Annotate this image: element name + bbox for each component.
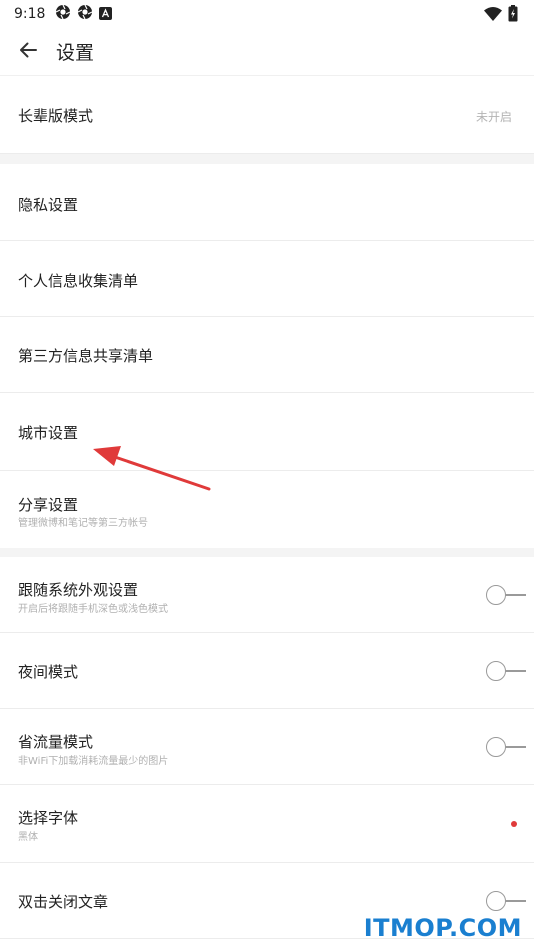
wifi-icon <box>484 6 502 25</box>
share-settings-label: 分享设置 <box>18 496 79 514</box>
personal-info-list-row[interactable]: 个人信息收集清单 <box>0 241 534 317</box>
city-settings-label: 城市设置 <box>18 424 79 442</box>
third-party-sharing-label: 第三方信息共享清单 <box>18 347 154 365</box>
arrow-left-icon <box>19 41 37 63</box>
follow-system-appearance-label: 跟随系统外观设置 <box>18 581 139 599</box>
double-tap-close-toggle[interactable] <box>486 891 526 911</box>
notification-a-icon <box>99 5 113 24</box>
watermark-logo: ITMOP.COM <box>364 914 522 942</box>
camera-shutter-icon <box>55 4 71 24</box>
third-party-sharing-row[interactable]: 第三方信息共享清单 <box>0 317 534 393</box>
app-bar: 设置 <box>0 28 534 76</box>
section-divider <box>0 154 534 164</box>
status-time: 9:18 <box>14 6 46 22</box>
elder-mode-label: 长辈版模式 <box>18 107 94 125</box>
follow-system-appearance-row[interactable]: 跟随系统外观设置 开启后将跟随手机深色或浅色模式 <box>0 557 534 633</box>
night-mode-label: 夜间模式 <box>18 663 79 681</box>
data-saver-toggle[interactable] <box>486 737 526 757</box>
watermark-text: ITMOP.COM <box>363 914 522 942</box>
follow-system-appearance-subtitle: 开启后将跟随手机深色或浅色模式 <box>18 604 168 615</box>
red-dot-indicator <box>511 821 517 827</box>
font-select-row[interactable]: 选择字体 黑体 <box>0 785 534 863</box>
privacy-settings-label: 隐私设置 <box>18 196 79 214</box>
page-title: 设置 <box>56 42 95 64</box>
back-button[interactable] <box>0 28 56 76</box>
font-select-label: 选择字体 <box>18 809 79 827</box>
follow-system-toggle[interactable] <box>486 585 526 605</box>
data-saver-row[interactable]: 省流量模式 非WiFi下加载消耗流量最少的图片 <box>0 709 534 785</box>
night-mode-toggle[interactable] <box>486 661 526 681</box>
font-select-subtitle: 黑体 <box>18 832 38 843</box>
status-bar: 9:18 <box>0 0 534 28</box>
share-settings-subtitle: 管理微博和笔记等第三方帐号 <box>18 518 148 529</box>
battery-charging-icon <box>508 5 518 26</box>
personal-info-list-label: 个人信息收集清单 <box>18 272 139 290</box>
privacy-settings-row[interactable]: 隐私设置 <box>0 164 534 241</box>
city-settings-row[interactable]: 城市设置 <box>0 393 534 471</box>
data-saver-subtitle: 非WiFi下加载消耗流量最少的图片 <box>18 756 169 767</box>
night-mode-row[interactable]: 夜间模式 <box>0 633 534 709</box>
settings-list: 长辈版模式 未开启 隐私设置 个人信息收集清单 第三方信息共享清单 城市设置 分… <box>0 76 534 939</box>
section-divider <box>0 548 534 557</box>
elder-mode-value: 未开启 <box>475 110 512 124</box>
elder-mode-row[interactable]: 长辈版模式 未开启 <box>0 76 534 154</box>
camera-shutter-icon <box>77 4 93 24</box>
share-settings-row[interactable]: 分享设置 管理微博和笔记等第三方帐号 <box>0 471 534 548</box>
data-saver-label: 省流量模式 <box>18 733 94 751</box>
double-tap-close-label: 双击关闭文章 <box>18 893 109 911</box>
